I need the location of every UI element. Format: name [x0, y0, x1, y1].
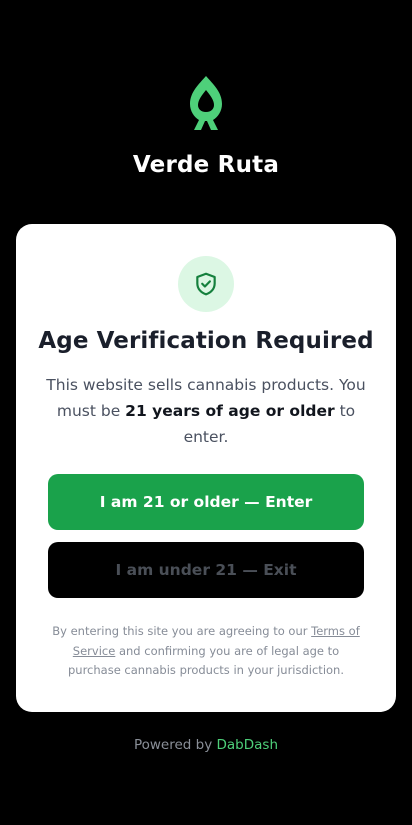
powered-by: Powered by DabDash — [0, 737, 412, 753]
shield-check-icon — [196, 272, 216, 296]
card-description: This website sells cannabis products. Yo… — [46, 372, 366, 450]
age-verification-card: Age Verification Required This website s… — [16, 224, 396, 712]
card-title: Age Verification Required — [38, 328, 374, 354]
desc-age-requirement: 21 years of age or older — [125, 402, 335, 420]
exit-button[interactable]: I am under 21 — Exit — [48, 542, 364, 598]
legal-text: By entering this site you are agreeing t… — [52, 624, 312, 638]
age-gate-page: Verde Ruta Age Verification Required Thi… — [0, 0, 412, 825]
shield-badge — [178, 256, 234, 312]
enter-button[interactable]: I am 21 or older — Enter — [48, 474, 364, 530]
legal-notice: By entering this site you are agreeing t… — [46, 622, 366, 681]
brand-name: Verde Ruta — [132, 152, 280, 178]
rocket-leaf-icon — [190, 76, 222, 130]
dabdash-link[interactable]: DabDash — [217, 737, 279, 753]
powered-prefix: Powered by — [133, 737, 217, 753]
